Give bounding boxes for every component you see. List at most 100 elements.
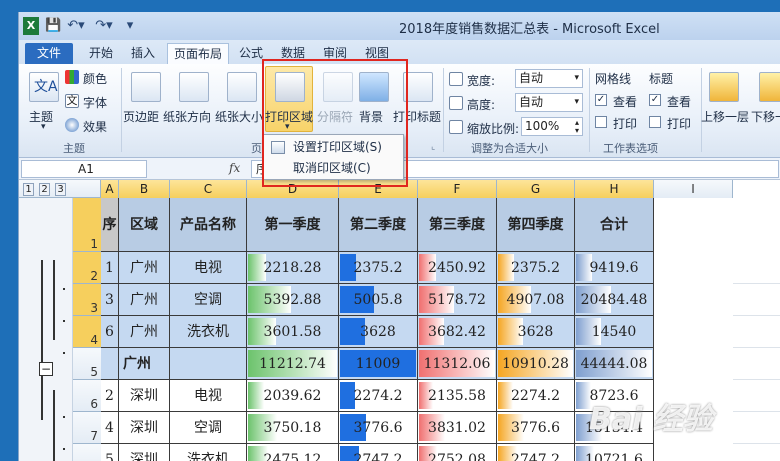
table-cell-q1[interactable]: 11212.74 bbox=[247, 348, 339, 380]
table-cell-total[interactable]: 20484.48 bbox=[575, 284, 654, 316]
table-cell-q1[interactable]: 3601.58 bbox=[247, 316, 339, 348]
table-cell-q4[interactable]: 2375.2 bbox=[497, 252, 575, 284]
table-cell-q3[interactable]: 3831.02 bbox=[418, 412, 497, 444]
table-cell-q1[interactable]: 5392.88 bbox=[247, 284, 339, 316]
row-header-6[interactable]: 6 bbox=[73, 380, 101, 412]
column-i-cell[interactable] bbox=[733, 380, 780, 412]
table-cell-no[interactable]: 1 bbox=[101, 252, 119, 284]
row-header-5[interactable]: 5 bbox=[73, 348, 101, 380]
height-dropdown[interactable]: 自动 ▾ bbox=[515, 93, 583, 112]
table-cell-total[interactable]: 44444.08 bbox=[575, 348, 654, 380]
table-cell-region[interactable]: 深圳 bbox=[119, 444, 170, 461]
bring-forward-button[interactable]: 上移一层 bbox=[701, 108, 749, 125]
table-cell-region[interactable]: 广州 汇总 bbox=[119, 348, 170, 380]
row-header-8[interactable]: 8 bbox=[73, 444, 101, 461]
table-cell-region[interactable]: 广州 bbox=[119, 252, 170, 284]
table-cell-q1[interactable]: 2218.28 bbox=[247, 252, 339, 284]
table-cell-product[interactable]: 电视 bbox=[170, 252, 247, 284]
table-cell-product[interactable]: 洗衣机 bbox=[170, 444, 247, 461]
orientation-button[interactable]: 纸张方向 bbox=[163, 108, 211, 125]
name-box[interactable]: A1 bbox=[21, 160, 147, 178]
column-header-a[interactable]: A bbox=[101, 180, 119, 198]
table-cell-q2[interactable]: 3776.6 bbox=[339, 412, 418, 444]
gridlines-print-checkbox[interactable] bbox=[595, 116, 607, 128]
table-cell-product[interactable]: 电视 bbox=[170, 380, 247, 412]
row-header-7[interactable]: 7 bbox=[73, 412, 101, 444]
table-cell-q3[interactable]: 3682.42 bbox=[418, 316, 497, 348]
table-cell-no[interactable]: 5 bbox=[101, 444, 119, 461]
table-cell-no[interactable]: 6 bbox=[101, 316, 119, 348]
table-cell-product[interactable]: 洗衣机 bbox=[170, 316, 247, 348]
column-i-cell[interactable] bbox=[733, 412, 780, 444]
redo-icon[interactable]: ↷▾ bbox=[93, 17, 115, 35]
effects-button[interactable]: 效果 bbox=[83, 118, 107, 135]
table-cell-q4[interactable]: 4907.08 bbox=[497, 284, 575, 316]
table-cell-total[interactable]: 10721.6 bbox=[575, 444, 654, 461]
theme-chevron-icon[interactable]: ▾ bbox=[41, 122, 46, 132]
table-cell-q4[interactable]: 2274.2 bbox=[497, 380, 575, 412]
scale-spinner[interactable]: 100% ▴ ▾ bbox=[521, 117, 583, 136]
table-cell-region[interactable]: 广州 bbox=[119, 316, 170, 348]
table-cell-q3[interactable]: 5178.72 bbox=[418, 284, 497, 316]
paper-size-button[interactable]: 纸张大小 bbox=[215, 108, 263, 125]
tab-file[interactable]: 文件 bbox=[25, 43, 73, 64]
column-i-cell[interactable] bbox=[733, 316, 780, 348]
column-header-g[interactable]: G bbox=[497, 180, 575, 198]
save-icon[interactable]: 💾 bbox=[45, 17, 61, 35]
headings-view-checkbox[interactable]: ✓ bbox=[649, 94, 661, 106]
table-cell-no[interactable]: 2 bbox=[101, 380, 119, 412]
outline-level-1[interactable]: 1 bbox=[23, 183, 34, 196]
margins-button[interactable]: 页边距 bbox=[123, 108, 159, 125]
table-cell-q3[interactable]: 11312.06 bbox=[418, 348, 497, 380]
colors-button[interactable]: 颜色 bbox=[83, 70, 107, 87]
row-header-1[interactable]: 1 bbox=[73, 198, 101, 252]
table-cell-region[interactable]: 深圳 bbox=[119, 380, 170, 412]
tab-page-layout[interactable]: 页面布局 bbox=[167, 43, 229, 64]
customize-qat-icon[interactable]: ▾ bbox=[123, 17, 137, 35]
table-cell-product[interactable]: 空调 bbox=[170, 412, 247, 444]
table-cell-product[interactable] bbox=[170, 348, 247, 380]
scale-spin-icon[interactable]: ▴ ▾ bbox=[575, 119, 579, 135]
column-header-i[interactable]: I bbox=[654, 180, 733, 198]
row-header-3[interactable]: 3 bbox=[73, 284, 101, 316]
column-i-cell[interactable] bbox=[733, 348, 780, 380]
column-i-cell[interactable] bbox=[733, 444, 780, 461]
table-cell-total[interactable]: 14540 bbox=[575, 316, 654, 348]
outline-level-2[interactable]: 2 bbox=[39, 183, 50, 196]
row-header-4[interactable]: 4 bbox=[73, 316, 101, 348]
column-header-c[interactable]: C bbox=[170, 180, 247, 198]
table-cell-q1[interactable]: 2475.12 bbox=[247, 444, 339, 461]
theme-icon[interactable]: 文A bbox=[29, 72, 59, 102]
column-header-h[interactable]: H bbox=[575, 180, 654, 198]
table-cell-q2[interactable]: 2375.2 bbox=[339, 252, 418, 284]
headings-print-checkbox[interactable] bbox=[649, 116, 661, 128]
undo-icon[interactable]: ↶▾ bbox=[65, 17, 87, 35]
table-cell-no[interactable]: 3 bbox=[101, 284, 119, 316]
table-cell-q2[interactable]: 5005.8 bbox=[339, 284, 418, 316]
width-dropdown[interactable]: 自动 ▾ bbox=[515, 69, 583, 88]
fonts-button[interactable]: 字体 bbox=[83, 94, 107, 111]
table-cell-q4[interactable]: 2747.2 bbox=[497, 444, 575, 461]
column-i-cell[interactable] bbox=[733, 284, 780, 316]
table-cell-no[interactable]: 4 bbox=[101, 412, 119, 444]
table-cell-q2[interactable]: 2274.2 bbox=[339, 380, 418, 412]
table-cell-q1[interactable]: 2039.62 bbox=[247, 380, 339, 412]
table-cell-no[interactable] bbox=[101, 348, 119, 380]
outline-collapse-button[interactable]: − bbox=[39, 362, 53, 376]
tab-insert[interactable]: 插入 bbox=[127, 43, 159, 64]
table-cell-region[interactable]: 深圳 bbox=[119, 412, 170, 444]
table-cell-q3[interactable]: 2450.92 bbox=[418, 252, 497, 284]
table-cell-product[interactable]: 空调 bbox=[170, 284, 247, 316]
outline-level-3[interactable]: 3 bbox=[55, 183, 66, 196]
tab-home[interactable]: 开始 bbox=[85, 43, 117, 64]
table-cell-q4[interactable]: 3776.6 bbox=[497, 412, 575, 444]
table-cell-region[interactable]: 广州 bbox=[119, 284, 170, 316]
table-cell-q3[interactable]: 2752.08 bbox=[418, 444, 497, 461]
page-setup-launcher-icon[interactable]: ⌞ bbox=[431, 142, 435, 152]
column-header-f[interactable]: F bbox=[418, 180, 497, 198]
column-i-cell[interactable] bbox=[733, 252, 780, 284]
row-header-2[interactable]: 2 bbox=[73, 252, 101, 284]
table-cell-q2[interactable]: 2747.2 bbox=[339, 444, 418, 461]
fx-icon[interactable]: fx bbox=[229, 161, 240, 175]
column-header-b[interactable]: B bbox=[119, 180, 170, 198]
